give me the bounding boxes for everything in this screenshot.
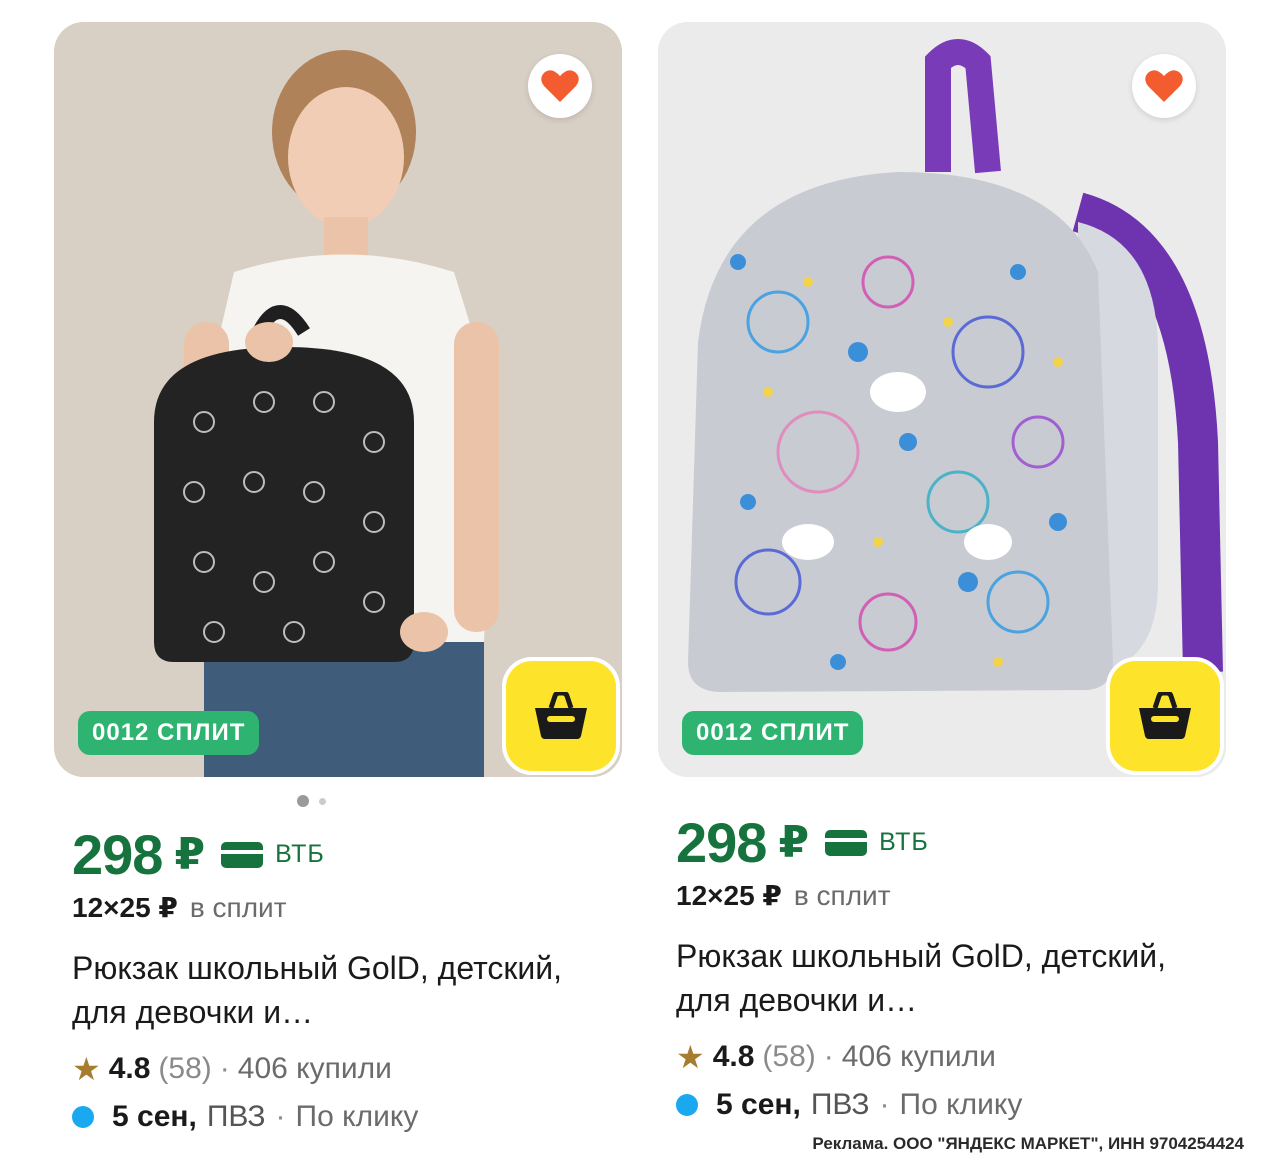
basket-icon — [1139, 692, 1191, 739]
heart-icon — [1145, 70, 1183, 102]
delivery-option: По клику — [295, 1100, 419, 1133]
split-row: 12×25 ₽ в сплит — [72, 891, 592, 924]
product-title[interactable]: Рюкзак школьный GolD, детский, для девоч… — [72, 946, 592, 1034]
split-text: в сплит — [189, 892, 287, 923]
product-image[interactable]: 0012 СПЛИТ — [658, 22, 1226, 777]
currency: ₽ — [174, 830, 206, 879]
separator: · — [823, 1040, 834, 1073]
favorite-button[interactable] — [528, 54, 592, 118]
price-row: 298 ₽ ВТБ — [676, 810, 1196, 875]
bank-name: ВТБ — [275, 840, 325, 868]
split-badge: 0012 СПЛИТ — [78, 711, 260, 755]
ad-disclaimer[interactable]: Реклама. ООО "ЯНДЕКС МАРКЕТ", ИНН 970425… — [812, 1134, 1244, 1154]
gallery-dot — [319, 797, 326, 805]
rating-row: ★ 4.8 (58) · 406 купили — [72, 1050, 592, 1088]
reviews-count[interactable]: (58) — [158, 1052, 211, 1086]
price: 298 — [72, 823, 163, 886]
gallery-dot-active — [297, 795, 309, 807]
star-icon: ★ — [676, 1039, 705, 1075]
separator: · — [879, 1088, 890, 1121]
separator: · — [275, 1100, 286, 1133]
price-row: 298 ₽ ВТБ — [72, 822, 592, 887]
split-badge: 0012 СПЛИТ — [682, 711, 864, 755]
card-icon — [825, 829, 868, 856]
dot-icon — [72, 1106, 94, 1128]
delivery-row: 5 сен, ПВЗ · По клику — [72, 1100, 592, 1134]
bought-count: 406 купили — [237, 1052, 392, 1085]
pickup-point: ПВЗ — [810, 1088, 870, 1121]
product-card-1[interactable]: 0012 СПЛИТ 298 ₽ ВТБ 12×25 ₽ в сплит Рюк… — [54, 22, 622, 1133]
product-title[interactable]: Рюкзак школьный GolD, детский, для девоч… — [676, 934, 1196, 1022]
pickup-point: ПВЗ — [206, 1100, 266, 1133]
rating-value: 4.8 — [712, 1040, 755, 1073]
add-to-cart-button[interactable] — [502, 657, 620, 775]
delivery-date: 5 сен, — [716, 1088, 801, 1121]
product-card-2[interactable]: 0012 СПЛИТ 298 ₽ ВТБ 12×25 ₽ в сплит Рюк… — [658, 22, 1226, 1121]
product-image[interactable]: 0012 СПЛИТ — [54, 22, 622, 777]
separator: · — [219, 1052, 230, 1085]
bought-count: 406 купили — [841, 1040, 996, 1073]
dot-icon — [676, 1094, 698, 1116]
price: 298 — [676, 811, 767, 874]
delivery-option: По клику — [899, 1088, 1023, 1121]
delivery-date: 5 сен, — [112, 1100, 197, 1133]
rating-value: 4.8 — [108, 1052, 151, 1085]
heart-icon — [541, 70, 579, 102]
basket-icon — [535, 692, 587, 739]
star-icon: ★ — [72, 1051, 101, 1087]
add-to-cart-button[interactable] — [1106, 657, 1224, 775]
split-row: 12×25 ₽ в сплит — [676, 879, 1196, 912]
delivery-row: 5 сен, ПВЗ · По клику — [676, 1088, 1196, 1122]
split-amount: 12×25 ₽ — [72, 892, 178, 923]
reviews-count[interactable]: (58) — [762, 1040, 815, 1074]
split-text: в сплит — [793, 880, 891, 911]
card-icon — [221, 841, 264, 868]
split-amount: 12×25 ₽ — [676, 880, 782, 911]
favorite-button[interactable] — [1132, 54, 1196, 118]
currency: ₽ — [778, 818, 810, 867]
gallery-indicator — [297, 795, 326, 807]
rating-row: ★ 4.8 (58) · 406 купили — [676, 1038, 1196, 1076]
bank-name: ВТБ — [879, 828, 929, 856]
